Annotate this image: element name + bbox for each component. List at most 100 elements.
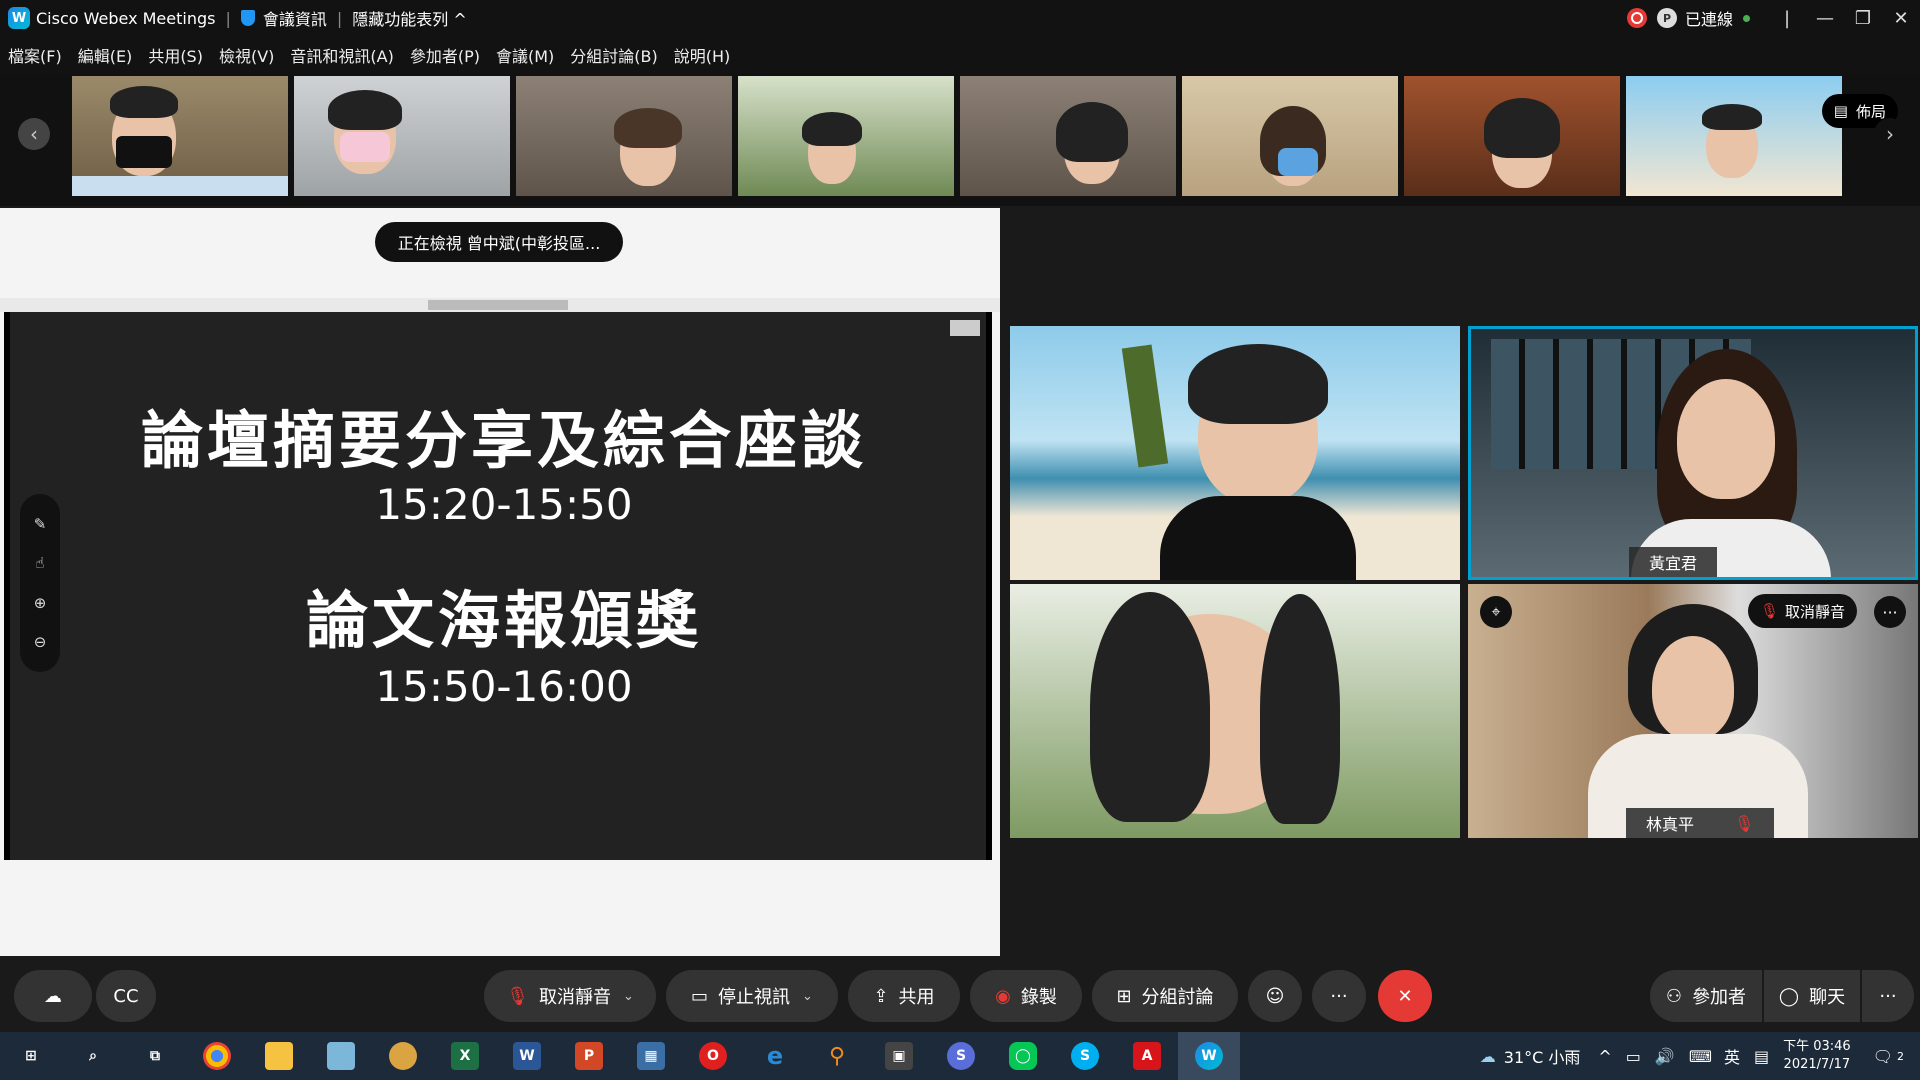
chat-button[interactable]: ◯ 聊天: [1764, 970, 1860, 1022]
taskbar-opera[interactable]: O: [682, 1032, 744, 1080]
stop-video-button[interactable]: ▭ 停止視訊 ⌄: [666, 970, 838, 1022]
tile-unmute-button[interactable]: 🎙 取消靜音: [1748, 594, 1858, 628]
taskbar-excel[interactable]: X: [434, 1032, 496, 1080]
pin-icon[interactable]: ⌖: [1480, 596, 1512, 628]
taskbar-explorer[interactable]: [248, 1032, 310, 1080]
menu-file[interactable]: 檔案(F): [8, 43, 62, 67]
taskbar-line[interactable]: ◯: [992, 1032, 1054, 1080]
participant-thumb[interactable]: [1626, 76, 1842, 196]
taskbar-webex[interactable]: W: [1178, 1032, 1240, 1080]
participant-thumb[interactable]: [294, 76, 510, 196]
sync-icon: S: [947, 1042, 975, 1070]
task-view-button[interactable]: ⧉: [124, 1032, 186, 1080]
network-icon[interactable]: ▭: [1626, 1047, 1641, 1066]
taskbar-powerpoint[interactable]: P: [558, 1032, 620, 1080]
pen-icon[interactable]: ✎: [34, 515, 47, 533]
paint-icon: [389, 1042, 417, 1070]
taskbar-skype[interactable]: S: [1054, 1032, 1116, 1080]
presentation-slide: 論壇摘要分享及綜合座談 15:20-15:50 論文海報頒獎 15:50-16:…: [4, 312, 992, 860]
end-meeting-button[interactable]: ✕: [1378, 970, 1432, 1022]
taskbar-edge[interactable]: e: [744, 1032, 806, 1080]
menu-edit[interactable]: 編輯(E): [78, 43, 133, 67]
taskbar-paint[interactable]: [372, 1032, 434, 1080]
app-icon-button[interactable]: ☁: [14, 970, 92, 1022]
keyboard-icon[interactable]: ⌨: [1689, 1047, 1712, 1066]
hide-menu-toggle[interactable]: 隱藏功能表列 ^: [352, 6, 467, 30]
taskbar-video-editor[interactable]: ▣: [868, 1032, 930, 1080]
chevron-down-icon[interactable]: ⌄: [623, 989, 634, 1004]
shared-scrollbar[interactable]: [428, 300, 568, 310]
opera-icon: O: [699, 1042, 727, 1070]
close-window-button[interactable]: ✕: [1882, 0, 1920, 36]
participants-button[interactable]: ⚇ 參加者: [1650, 970, 1762, 1022]
weather-text[interactable]: 31°C 小雨: [1504, 1044, 1581, 1068]
video-camera-icon: ▭: [691, 985, 709, 1007]
taskbar-app[interactable]: [310, 1032, 372, 1080]
taskbar-sync[interactable]: S: [930, 1032, 992, 1080]
menu-participants[interactable]: 參加者(P): [410, 43, 480, 67]
start-button[interactable]: ⊞: [0, 1032, 62, 1080]
viewing-indicator[interactable]: 正在檢視 曾中斌(中彰投區...: [375, 222, 623, 262]
notification-center-icon[interactable]: 🗨: [1873, 1047, 1893, 1066]
zoom-out-icon[interactable]: ⊖: [34, 633, 47, 651]
participant-thumb[interactable]: [1404, 76, 1620, 196]
video-tile[interactable]: [1010, 584, 1460, 838]
taskbar-acrobat[interactable]: A: [1116, 1032, 1178, 1080]
task-view-icon: ⧉: [150, 1048, 160, 1064]
taskbar-word[interactable]: W: [496, 1032, 558, 1080]
windows-taskbar: ⊞ ⌕ ⧉ X W P ▦ O e ⚲ ▣ S ◯ S A W ☁ 31°C 小…: [0, 1032, 1920, 1080]
ime-indicator[interactable]: 英: [1724, 1044, 1740, 1068]
skype-icon: S: [1071, 1042, 1099, 1070]
menu-share[interactable]: 共用(S): [148, 43, 203, 67]
menu-meeting[interactable]: 會議(M): [496, 43, 554, 67]
strip-prev-button[interactable]: ‹: [18, 118, 50, 150]
volume-icon[interactable]: 🔊: [1655, 1047, 1675, 1066]
captions-button[interactable]: CC: [96, 970, 156, 1022]
breakout-grid-icon: ⊞: [1116, 985, 1132, 1007]
video-tile[interactable]: ⌖ 🎙 取消靜音 ··· 林真平 🎙: [1468, 584, 1918, 838]
chevron-down-icon[interactable]: ⌄: [802, 989, 813, 1004]
search-button[interactable]: ⌕: [62, 1032, 124, 1080]
clapper-icon: ▣: [885, 1042, 913, 1070]
menu-audio-video[interactable]: 音訊和視訊(A): [290, 43, 393, 67]
clock[interactable]: 下午 03:46 2021/7/17: [1783, 1038, 1851, 1074]
participant-thumb[interactable]: [738, 76, 954, 196]
more-options-button[interactable]: ···: [1312, 970, 1366, 1022]
unmute-button[interactable]: 🎙 取消靜音 ⌄: [484, 970, 656, 1022]
menu-breakout[interactable]: 分組討論(B): [570, 43, 657, 67]
participant-thumb[interactable]: [960, 76, 1176, 196]
participant-thumb[interactable]: [1182, 76, 1398, 196]
zoom-in-icon[interactable]: ⊕: [34, 594, 47, 612]
meeting-info-link[interactable]: 會議資訊: [263, 6, 327, 30]
reactions-button[interactable]: ☺: [1248, 970, 1302, 1022]
record-button[interactable]: ◉ 錄製: [970, 970, 1082, 1022]
record-icon: ◉: [995, 985, 1011, 1007]
calculator-icon: ▦: [637, 1042, 665, 1070]
participant-thumb[interactable]: [72, 76, 288, 196]
slide-thumbnail-icon: [950, 320, 980, 336]
meeting-controls: ☁ CC 🎙 取消靜音 ⌄ ▭ 停止視訊 ⌄ ⇪ 共用 ◉ 錄製 ⊞ 分組討論 …: [0, 956, 1920, 1032]
layout-label: 佈局: [1855, 102, 1886, 121]
shared-content-panel: 正在檢視 曾中斌(中彰投區... 論壇摘要分享及綜合座談 15:20-15:50…: [0, 208, 1000, 956]
share-button[interactable]: ⇪ 共用: [848, 970, 960, 1022]
panel-more-button[interactable]: ···: [1862, 970, 1914, 1022]
more-icon: ···: [1330, 985, 1348, 1007]
participant-thumb[interactable]: [516, 76, 732, 196]
minimize-button[interactable]: —: [1806, 0, 1844, 36]
webex-icon: W: [1195, 1042, 1223, 1070]
menu-help[interactable]: 說明(H): [674, 43, 731, 67]
taskbar-chrome[interactable]: [186, 1032, 248, 1080]
menu-view[interactable]: 檢視(V): [219, 43, 274, 67]
taskbar-search-app[interactable]: ⚲: [806, 1032, 868, 1080]
notes-icon[interactable]: ▤: [1754, 1047, 1769, 1066]
breakout-button[interactable]: ⊞ 分組討論: [1092, 970, 1238, 1022]
pointer-icon[interactable]: ☝: [35, 554, 44, 572]
connection-dot-icon: [1743, 14, 1750, 22]
video-tile[interactable]: 黃宜君: [1468, 326, 1918, 580]
taskbar-calculator[interactable]: ▦: [620, 1032, 682, 1080]
chevron-up-icon[interactable]: ^: [1598, 1047, 1611, 1066]
tile-more-button[interactable]: ···: [1874, 596, 1906, 628]
strip-next-button[interactable]: ›: [1874, 118, 1906, 150]
video-tile[interactable]: [1010, 326, 1460, 580]
restore-button[interactable]: ❐: [1844, 0, 1882, 36]
